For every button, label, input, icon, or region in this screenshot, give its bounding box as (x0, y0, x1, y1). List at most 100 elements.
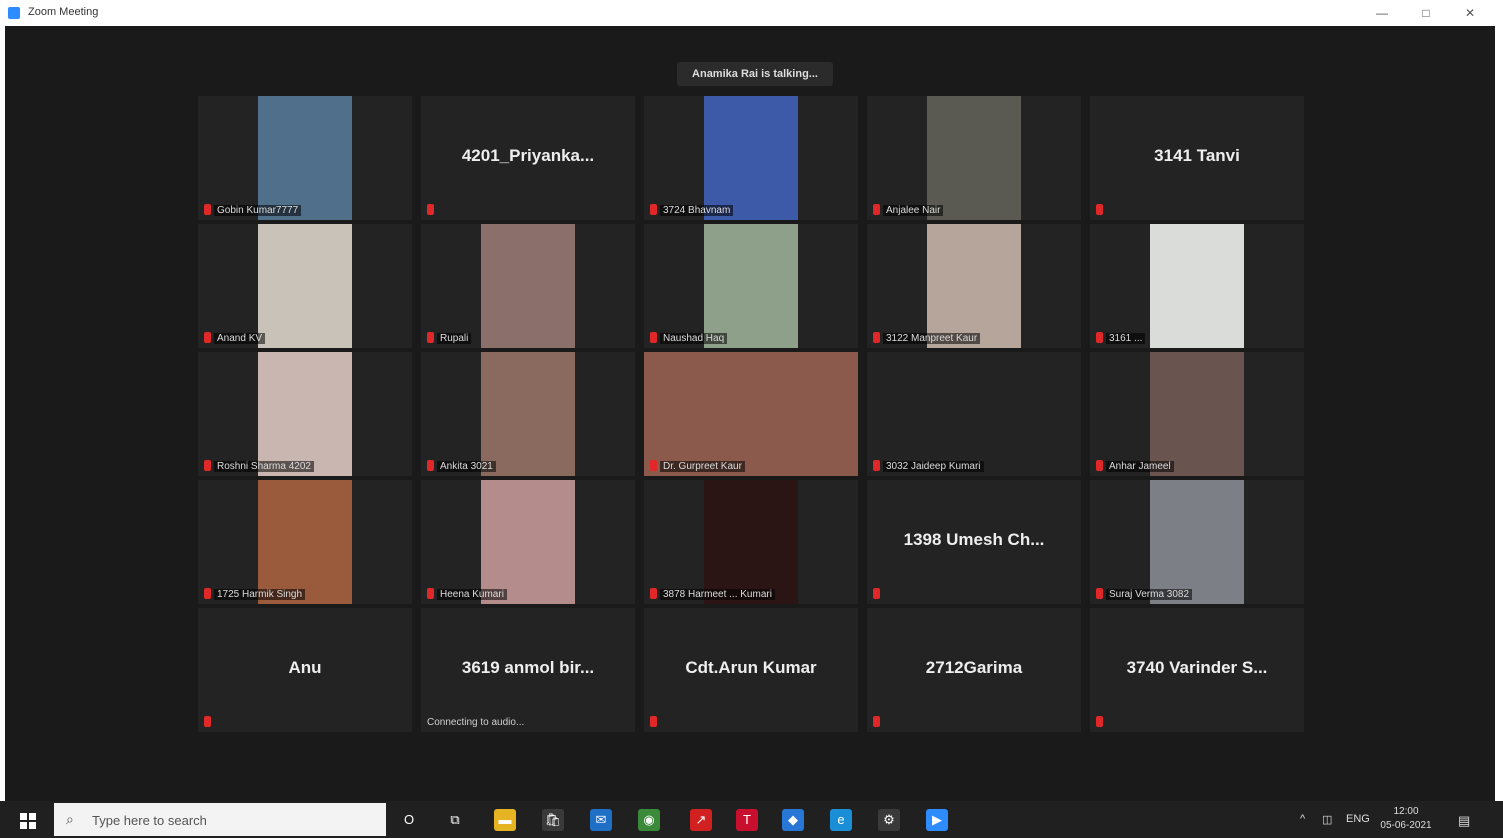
participant-video (481, 224, 575, 348)
language-indicator[interactable]: ENG (1346, 813, 1370, 825)
participant-display-name: 3141 Tanvi (1154, 146, 1240, 165)
edge-icon[interactable]: e (830, 809, 852, 831)
participant-name-label: Rupali (437, 333, 472, 344)
zoom-logo-icon (8, 7, 20, 19)
system-clock[interactable]: 12:00 05-06-2021 (1376, 805, 1436, 833)
participant-tile[interactable]: 4201_Priyanka... (421, 96, 635, 220)
participant-tile[interactable]: Anu (198, 608, 412, 732)
participant-video (481, 480, 575, 604)
participant-tile[interactable]: Ankita 3021 (421, 352, 635, 476)
muted-mic-icon (1096, 332, 1103, 343)
participant-name-label: 3032 Jaideep Kumari (883, 461, 984, 472)
participant-tile[interactable]: 3032 Jaideep Kumari (867, 352, 1081, 476)
muted-mic-icon (650, 204, 657, 215)
muted-mic-icon (650, 332, 657, 343)
muted-mic-icon (650, 716, 657, 727)
muted-mic-icon (873, 332, 880, 343)
participant-name-label: Anjalee Nair (883, 205, 944, 216)
taskbar: ⌕ Type here to search O ⧉ ▬ 🛍 ✉ ◉ ↗ T ◆ e ⚙ ▶ ^ ◫ E… (0, 801, 1503, 838)
participant-tile[interactable]: 1725 Harmik Singh (198, 480, 412, 604)
zoom-icon[interactable]: ▶ (926, 809, 948, 831)
maximize-button[interactable]: □ (1416, 4, 1436, 22)
close-button[interactable]: ✕ (1460, 4, 1480, 22)
participant-display-name: Anu (288, 658, 322, 677)
participant-tile[interactable]: 3161 ... (1090, 224, 1304, 348)
muted-mic-icon (1096, 716, 1103, 727)
participant-name-label: 3122 Manpreet Kaur (883, 333, 981, 344)
participant-tile[interactable]: 3122 Manpreet Kaur (867, 224, 1081, 348)
participant-video (1150, 480, 1244, 604)
participant-tile[interactable]: Heena Kumari (421, 480, 635, 604)
participant-video (481, 352, 575, 476)
participant-display-name: 4201_Priyanka... (461, 146, 595, 165)
file-explorer-icon[interactable]: ▬ (494, 809, 516, 831)
participant-video (258, 224, 352, 348)
participant-tile[interactable]: 1398 Umesh Ch... (867, 480, 1081, 604)
muted-mic-icon (873, 460, 880, 471)
participant-tile[interactable]: Cdt.Arun Kumar (644, 608, 858, 732)
muted-mic-icon (204, 588, 211, 599)
participant-tile[interactable]: 3724 Bhavnam (644, 96, 858, 220)
muted-mic-icon (427, 588, 434, 599)
participant-tile[interactable]: Rupali (421, 224, 635, 348)
participant-name-label: Heena Kumari (437, 589, 507, 600)
participant-video (704, 480, 798, 604)
participant-tile[interactable]: Anand KV (198, 224, 412, 348)
participant-video (927, 224, 1021, 348)
participant-name-label: Roshni Sharma 4202 (214, 461, 314, 472)
participant-display-name: 3619 anmol bir... (461, 658, 595, 677)
tray-chevron-icon[interactable]: ^ (1300, 813, 1305, 825)
participant-video (1150, 352, 1244, 476)
participant-video (704, 224, 798, 348)
participant-name-label: 1725 Harmik Singh (214, 589, 306, 600)
participant-name-label: Suraj Verma 3082 (1106, 589, 1193, 600)
windows-start-icon[interactable] (20, 813, 36, 829)
app-red-icon[interactable]: ↗ (690, 809, 712, 831)
participant-tile[interactable]: Naushad Haq (644, 224, 858, 348)
participant-tile[interactable]: 2712Garima (867, 608, 1081, 732)
pdf-icon[interactable]: T (736, 809, 758, 831)
participant-tile[interactable]: 3740 Varinder S... (1090, 608, 1304, 732)
participant-name-label: Anand KV (214, 333, 266, 344)
muted-mic-icon (650, 588, 657, 599)
participant-display-name: 2712Garima (925, 658, 1023, 677)
multitask-icon[interactable]: ⧉ (444, 809, 466, 831)
active-speaker-banner: Anamika Rai is talking... (677, 62, 833, 86)
participant-video (258, 96, 352, 220)
settings-app-icon[interactable]: ⚙ (878, 809, 900, 831)
participant-tile[interactable]: Roshni Sharma 4202 (198, 352, 412, 476)
participant-tile[interactable]: Gobin Kumar7777 (198, 96, 412, 220)
minimize-button[interactable]: — (1372, 4, 1392, 22)
participant-tile[interactable]: Dr. Gurpreet Kaur (644, 352, 858, 476)
participant-name-label: 3724 Bhavnam (660, 205, 734, 216)
window-title: Zoom Meeting (28, 6, 99, 18)
muted-mic-icon (427, 204, 434, 215)
participant-video (704, 96, 798, 220)
participant-tile[interactable]: Suraj Verma 3082 (1090, 480, 1304, 604)
search-placeholder: Type here to search (92, 813, 207, 828)
participant-video (258, 352, 352, 476)
participant-tile[interactable]: 3619 anmol bir... Connecting to audio... (421, 608, 635, 732)
participant-video (1150, 224, 1244, 348)
notifications-icon[interactable]: ▤ (1458, 813, 1470, 829)
meeting-stage: Anamika Rai is talking... Gobin Kumar777… (5, 26, 1495, 801)
store-icon[interactable]: 🛍 (542, 809, 564, 831)
blue-app-icon[interactable]: ◆ (782, 809, 804, 831)
participant-tile[interactable]: Anjalee Nair (867, 96, 1081, 220)
taskbar-search[interactable]: ⌕ Type here to search (54, 803, 386, 836)
task-view-icon[interactable]: O (398, 809, 420, 831)
network-icon[interactable]: ◫ (1322, 813, 1332, 826)
muted-mic-icon (1096, 204, 1103, 215)
participant-tile[interactable]: 3141 Tanvi (1090, 96, 1304, 220)
participant-tile[interactable]: 3878 Harmeet ... Kumari (644, 480, 858, 604)
participant-name-label: Gobin Kumar7777 (214, 205, 302, 216)
connecting-status: Connecting to audio... (427, 717, 525, 728)
participant-display-name: Cdt.Arun Kumar (685, 658, 817, 677)
participant-tile[interactable]: Anhar Jameel (1090, 352, 1304, 476)
muted-mic-icon (873, 716, 880, 727)
clock-time: 12:00 (1393, 806, 1419, 817)
mail-icon[interactable]: ✉ (590, 809, 612, 831)
title-bar: Zoom Meeting — □ ✕ (0, 0, 1503, 26)
participant-name-label: Naushad Haq (660, 333, 728, 344)
chrome-icon[interactable]: ◉ (638, 809, 660, 831)
